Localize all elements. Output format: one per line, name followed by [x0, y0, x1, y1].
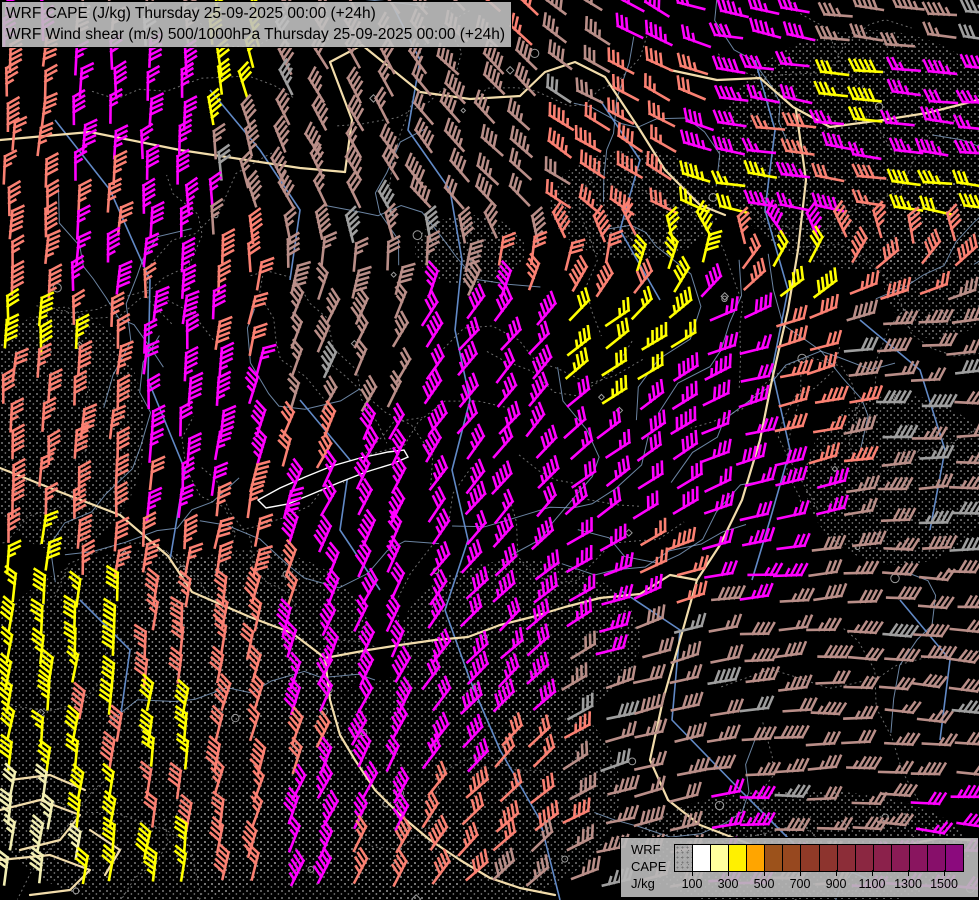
legend-swatch-2	[710, 845, 728, 871]
legend-tick-label: 700	[790, 877, 811, 891]
legend-swatch-14	[927, 845, 945, 871]
legend-tick-label: 500	[754, 877, 775, 891]
legend-swatch-5	[764, 845, 782, 871]
map-canvas	[0, 0, 979, 900]
legend-tick	[872, 870, 873, 876]
legend-colorbar	[674, 844, 964, 872]
legend-swatch-4	[746, 845, 764, 871]
legend-tick	[728, 870, 729, 876]
legend-label-wrf: WRF	[631, 841, 666, 858]
legend-tick-label: 1300	[894, 877, 922, 891]
legend-swatch-8	[819, 845, 837, 871]
legend-tick	[692, 870, 693, 876]
legend-swatch-11	[873, 845, 891, 871]
legend-swatch-0	[675, 845, 692, 871]
title-box: WRF CAPE (J/kg) Thursday 25-09-2025 00:0…	[1, 1, 512, 48]
legend-swatch-3	[728, 845, 746, 871]
legend-label-cape: CAPE	[631, 858, 666, 875]
legend-tick	[800, 870, 801, 876]
title-line-shear: WRF Wind shear (m/s) 500/1000hPa Thursda…	[6, 24, 505, 45]
legend-tick-label: 300	[718, 877, 739, 891]
legend-swatch-13	[909, 845, 927, 871]
legend-swatch-15	[945, 845, 963, 871]
legend-swatch-9	[837, 845, 855, 871]
legend-tick-label: 1500	[930, 877, 958, 891]
legend-tick-label: 1100	[859, 877, 886, 891]
legend-swatch-12	[891, 845, 909, 871]
legend-swatch-7	[800, 845, 818, 871]
legend-label-unit: J/kg	[631, 875, 666, 892]
legend-tick-label: 900	[826, 877, 847, 891]
weather-map-frame: WRF CAPE (J/kg) Thursday 25-09-2025 00:0…	[0, 0, 979, 900]
legend-tick	[944, 870, 945, 876]
title-line-cape: WRF CAPE (J/kg) Thursday 25-09-2025 00:0…	[6, 3, 505, 24]
legend-swatch-6	[782, 845, 800, 871]
cape-legend: WRF CAPE J/kg 100 300 500 700 900 1100 1300 150…	[620, 837, 979, 898]
legend-swatch-10	[855, 845, 873, 871]
legend-label-column: WRF CAPE J/kg	[631, 841, 666, 892]
legend-swatch-1	[692, 845, 710, 871]
legend-tick	[836, 870, 837, 876]
legend-tick	[764, 870, 765, 876]
legend-tick-label: 100	[682, 877, 703, 891]
legend-tick	[908, 870, 909, 876]
